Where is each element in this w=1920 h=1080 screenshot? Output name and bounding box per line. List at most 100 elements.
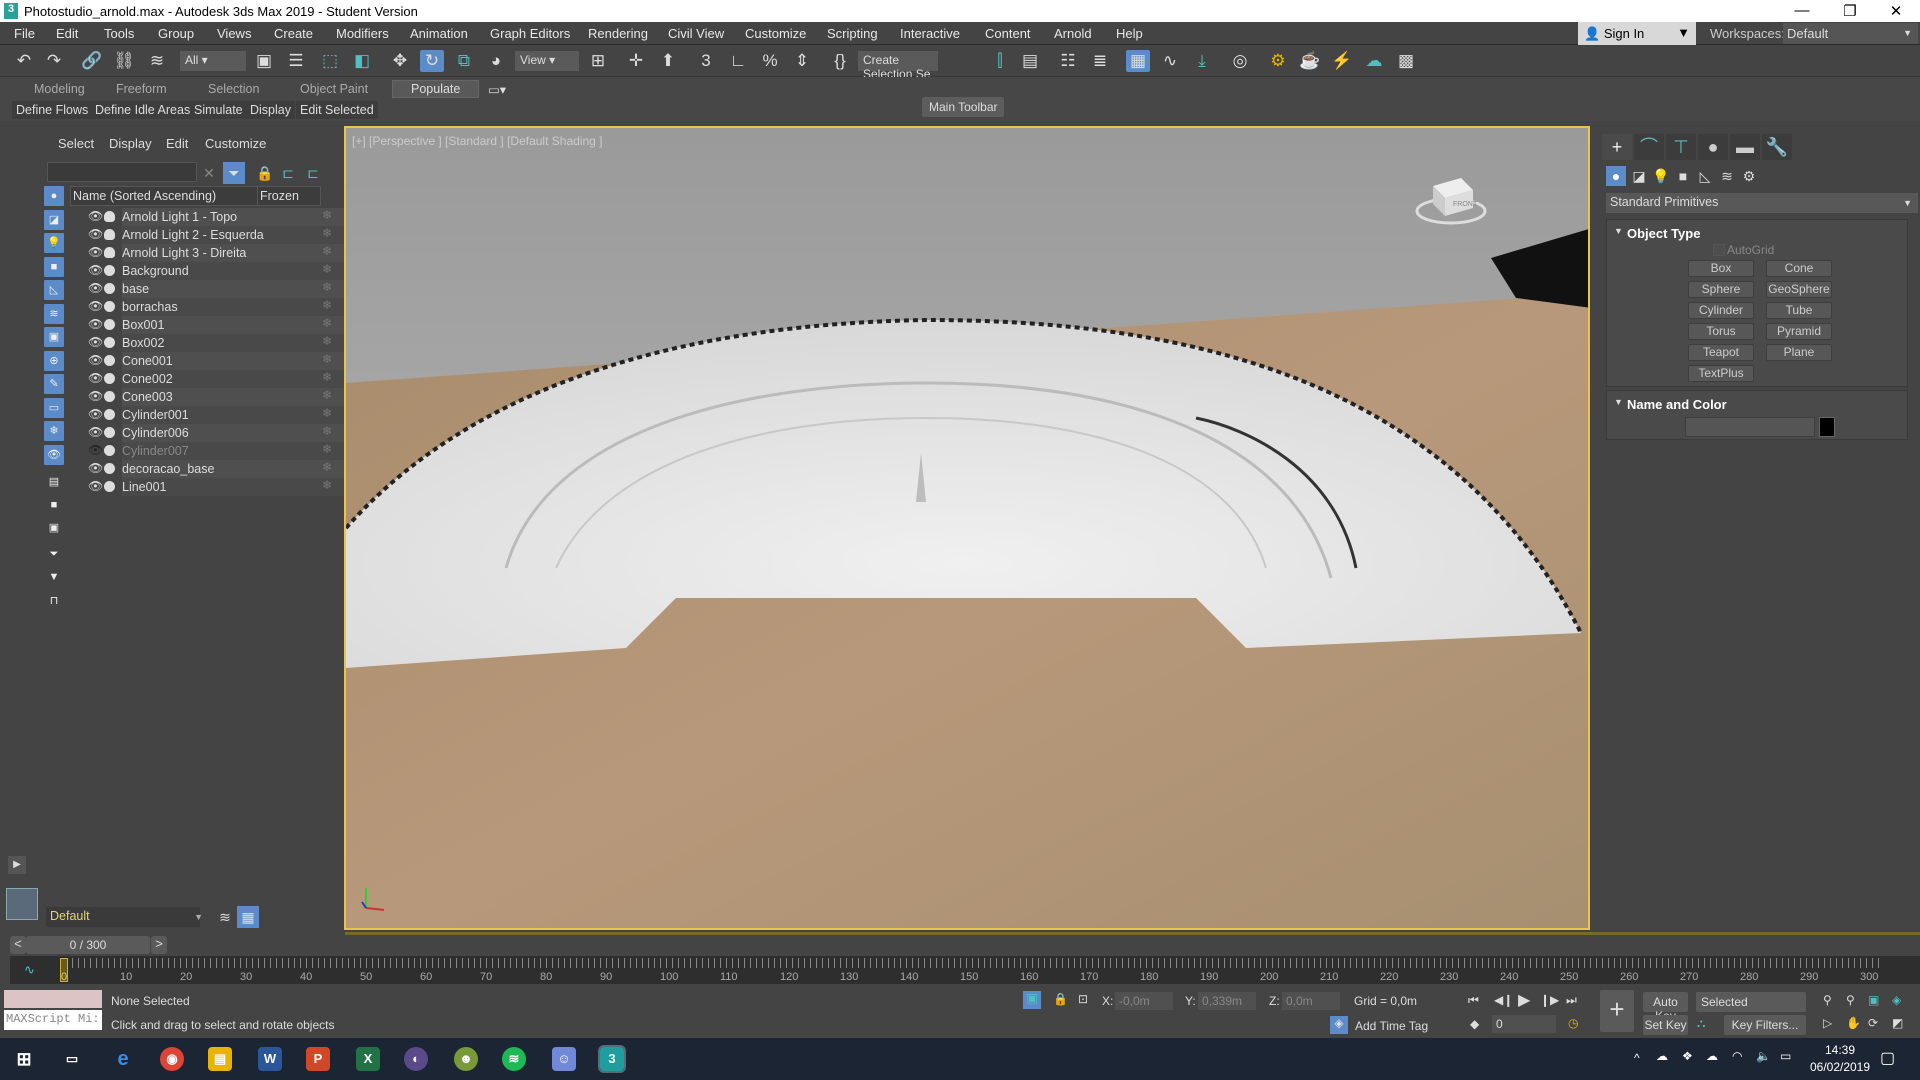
selection-set-icon[interactable]: ⊓ (44, 591, 64, 611)
schematic-view-icon[interactable]: ⤓ (1190, 50, 1214, 72)
eye-icon[interactable]: 👁 (88, 353, 103, 367)
select-manipulate-icon[interactable]: ✛ (624, 50, 648, 72)
create-sphere-button[interactable]: Sphere (1688, 281, 1754, 298)
close-icon[interactable]: ✕ (1876, 2, 1916, 20)
eye-icon[interactable]: 👁 (88, 407, 103, 421)
wifi-icon[interactable]: ◠ (1732, 1049, 1742, 1063)
pan-icon[interactable]: ✋ (1846, 1016, 1861, 1030)
sign-in-button[interactable]: 👤 Sign In ▼ (1578, 22, 1696, 45)
file-explorer-icon[interactable]: ▤ (208, 1047, 232, 1071)
key-mode-icon[interactable]: ◆ (1470, 1017, 1479, 1031)
viewport-label[interactable]: [+] [Perspective ] [Standard ] [Default … (352, 134, 602, 148)
eye-icon[interactable]: 👁 (88, 479, 103, 493)
motion-tab-icon[interactable]: ● (1698, 134, 1728, 160)
hierarchy-tab-icon[interactable]: ⊤ (1666, 134, 1696, 160)
menu-help[interactable]: Help (1116, 26, 1143, 41)
display-lights-icon[interactable]: 💡 (44, 233, 64, 253)
scene-list-item[interactable]: 👁 Arnold Light 1 - Topo ❄ (80, 208, 359, 226)
material-editor-icon[interactable]: ◎ (1228, 50, 1252, 72)
placement-icon[interactable]: ◕ (484, 50, 508, 72)
create-teapot-button[interactable]: Teapot (1688, 344, 1754, 361)
explorer-menu-customize[interactable]: Customize (205, 136, 266, 151)
filter-icon[interactable]: ▼ (44, 567, 64, 587)
percent-snap-icon[interactable]: % (758, 50, 782, 72)
hidden-eye-icon[interactable]: 👁 (88, 443, 103, 457)
time-slider-thumb[interactable]: 0 (60, 958, 69, 983)
time-configuration-icon[interactable]: ◷ (1568, 1016, 1578, 1030)
spinner-snap-icon[interactable]: ⇕ (790, 50, 814, 72)
cameras-icon[interactable]: ■ (1673, 166, 1693, 186)
clear-search-icon[interactable]: ✕ (198, 162, 220, 184)
systems-icon[interactable]: ⚙ (1739, 166, 1759, 186)
cloud-icon[interactable]: ☁ (1706, 1049, 1718, 1063)
menu-tools[interactable]: Tools (104, 26, 134, 41)
collapse-icon[interactable]: ▼ (1614, 226, 1623, 236)
ribbon-options-icon[interactable]: ▭▾ (488, 82, 506, 97)
timeline-track[interactable]: ∿ 0 10 20 30 40 50 60 70 80 90 100 110 120 130 140 150 1… (10, 956, 1920, 984)
menu-scripting[interactable]: Scripting (827, 26, 878, 41)
eye-icon[interactable]: 👁 (88, 245, 103, 259)
object-name[interactable]: Cone001 (122, 352, 295, 370)
viewport-layout-tab[interactable] (6, 888, 38, 920)
spotify-icon[interactable]: ≋ (502, 1047, 526, 1071)
scene-list-item[interactable]: 👁 borrachas ❄ (80, 298, 359, 316)
create-tab-plus-icon[interactable]: + (1602, 134, 1632, 160)
select-by-name-icon[interactable]: ☰ (284, 50, 308, 72)
ribbon-tab-freeform[interactable]: Freeform (116, 82, 167, 96)
create-torus-button[interactable]: Torus (1688, 323, 1754, 340)
menu-modifiers[interactable]: Modifiers (336, 26, 389, 41)
menu-graph-editors[interactable]: Graph Editors (490, 26, 570, 41)
create-box-button[interactable]: Box (1688, 260, 1754, 277)
object-name[interactable]: Line001 (122, 478, 295, 496)
create-cone-button[interactable]: Cone (1766, 260, 1832, 277)
filter-funnel-icon[interactable]: ⏷ (44, 544, 64, 564)
maximize-viewport-icon[interactable]: ◩ (1892, 1016, 1903, 1030)
render-viewports-icon[interactable]: ▩ (1394, 50, 1418, 72)
object-name[interactable]: Arnold Light 3 - Direita (122, 244, 295, 262)
menu-civil-view[interactable]: Civil View (668, 26, 724, 41)
shapes-icon[interactable]: ◪ (1629, 166, 1649, 186)
menu-create[interactable]: Create (274, 26, 313, 41)
field-of-view-icon[interactable]: ▷ (1823, 1016, 1832, 1030)
create-geosphere-button[interactable]: GeoSphere (1766, 281, 1832, 298)
autogrid-checkbox[interactable] (1713, 244, 1725, 256)
scene-list-item[interactable]: 👁 Background ❄ (80, 262, 359, 280)
display-xrefs-icon[interactable]: ⊕ (44, 350, 64, 371)
display-frozen-icon[interactable]: ❄ (44, 421, 64, 441)
ribbon-tab-object-paint[interactable]: Object Paint (300, 82, 368, 96)
object-name[interactable]: decoracao_base (122, 460, 295, 478)
eclipse-icon[interactable]: ◐ (404, 1047, 428, 1071)
display-shapes-icon[interactable]: ◪ (44, 209, 64, 230)
eye-icon[interactable]: 👁 (88, 281, 103, 295)
edge-icon[interactable]: e (111, 1047, 135, 1071)
object-name[interactable]: Arnold Light 2 - Esquerda (122, 226, 295, 244)
object-color-swatch[interactable] (1819, 417, 1835, 437)
redo-icon[interactable]: ↷ (42, 50, 66, 72)
3dsmax-taskbar-icon[interactable]: 3 (598, 1045, 626, 1073)
object-name[interactable]: Background (122, 262, 295, 280)
menu-views[interactable]: Views (217, 26, 251, 41)
set-key-big-button[interactable]: + (1600, 990, 1634, 1032)
minimize-icon[interactable]: — (1782, 2, 1822, 19)
create-cylinder-button[interactable]: Cylinder (1688, 302, 1754, 319)
scene-list-item[interactable]: 👁 Cone001 ❄ (80, 352, 359, 370)
select-object-icon[interactable]: ▣ (252, 50, 276, 72)
object-name[interactable]: Arnold Light 1 - Topo (122, 208, 295, 226)
object-name[interactable]: base (122, 280, 295, 298)
clock-date[interactable]: 06/02/2019 (1808, 1060, 1872, 1074)
object-name[interactable]: Box001 (122, 316, 295, 334)
object-name[interactable]: borrachas (122, 298, 295, 316)
menu-animation[interactable]: Animation (410, 26, 468, 41)
eye-icon[interactable]: 👁 (88, 263, 103, 277)
collapse-icon[interactable]: ▼ (1614, 397, 1623, 407)
align-icon[interactable]: ▤ (1018, 50, 1042, 72)
ribbon-button-display[interactable]: Display (246, 101, 295, 119)
object-name[interactable]: Box002 (122, 334, 295, 352)
zoom-all-icon[interactable]: ⚲ (1846, 993, 1855, 1007)
clock-time[interactable]: 14:39 (1810, 1043, 1870, 1057)
ribbon-button-define-idle-areas[interactable]: Define Idle Areas (91, 101, 195, 119)
undo-icon[interactable]: ↶ (12, 50, 36, 72)
notifications-icon[interactable]: ▢ (1880, 1048, 1895, 1068)
auto-key-button[interactable]: Auto Key (1643, 992, 1688, 1023)
utilities-tab-icon[interactable]: 🔧 (1762, 134, 1792, 160)
